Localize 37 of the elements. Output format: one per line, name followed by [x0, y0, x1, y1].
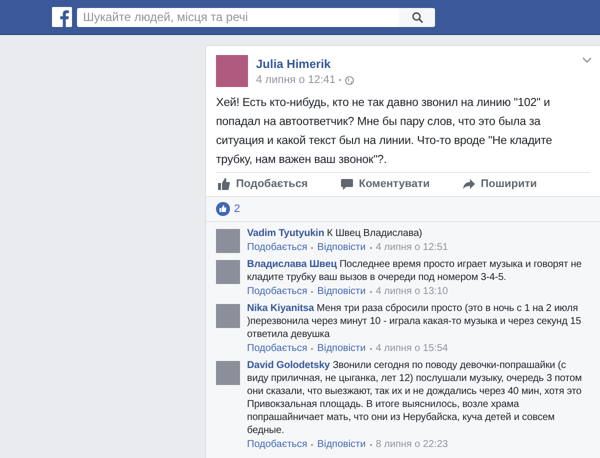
- comment-time[interactable]: 8 липня о 22:23: [376, 438, 448, 451]
- like-link[interactable]: Подобається: [247, 438, 308, 451]
- like-link[interactable]: Подобається: [247, 241, 308, 254]
- comment-text: David Golodetsky Звонили сегодня по поводу девочки-попрашайки (с виду приличная, не цыганка, лет 12) послушали музыку, очередь 3 потом они сказали, что выезжают, так их и не дождались через 40 мин, хотя это Привокзальная площадь. В итоге выяснилось, возле храма попрашайничает мать, что они из Нерубайска, куча детей и совсем бедные.: [247, 359, 583, 437]
- chevron-down-icon[interactable]: [582, 57, 592, 64]
- avatar-photo-placeholder: [216, 229, 240, 253]
- post-time[interactable]: 4 липня о 12:41: [256, 74, 336, 86]
- author-name[interactable]: Julia Himerik: [256, 57, 354, 71]
- thumbs-up-icon: [218, 178, 230, 190]
- search-icon: [412, 12, 422, 22]
- search-button[interactable]: [399, 8, 435, 26]
- comment-time[interactable]: 4 липня о 13:10: [376, 285, 448, 298]
- avatar-photo-placeholder: [216, 361, 240, 385]
- avatar-photo-placeholder: [216, 260, 240, 284]
- like-link[interactable]: Подобається: [247, 342, 308, 355]
- logo-icon[interactable]: [52, 7, 72, 27]
- comment-text: Владислава Швец Последнее время просто играет музыка и говорят не кладите трубку ваш вызов в очереди под номером 3-4-5.: [247, 258, 583, 284]
- comment-time[interactable]: 4 липня о 15:54: [376, 342, 448, 355]
- comment-button[interactable]: Коментувати: [340, 178, 430, 190]
- like-count[interactable]: 2: [234, 203, 240, 215]
- comment-text: Vadim Tyutyukin К Швец Владислава): [247, 227, 424, 240]
- share-arrow-icon: [462, 178, 475, 190]
- avatar-photo-placeholder: [216, 55, 248, 87]
- reply-link[interactable]: Відповісти: [317, 241, 366, 254]
- reply-link[interactable]: Відповісти: [317, 438, 366, 451]
- reply-link[interactable]: Відповісти: [317, 285, 366, 298]
- search-field[interactable]: Шукайте людей, місця та речі: [77, 8, 399, 26]
- like-button[interactable]: Подобається: [218, 178, 308, 190]
- like-reaction-icon: [216, 202, 230, 216]
- speech-bubble-icon: [340, 178, 353, 190]
- avatar-photo-placeholder: [216, 304, 240, 328]
- post-text: Хей! Есть кто-нибудь, кто не так давно звонил на линию "102" и попадал на автоответчик? Мне бы пару слов, что это была за ситуация и какой текст был на линии. Что-то вроде "Не кладите трубку, нам важен ваш звонок"?.: [216, 95, 554, 168]
- like-link[interactable]: Подобається: [247, 285, 308, 298]
- reply-link[interactable]: Відповісти: [317, 342, 366, 355]
- share-button[interactable]: Поширити: [462, 178, 537, 190]
- comment-text: Nika Kiyanitsa Меня три раза сбросили просто (это в ночь с 1 на 2 июля )перезвонила через минут 10 - играла какая-то музыка и через секунд 15 ответила девушка: [247, 302, 582, 341]
- comment-time[interactable]: 4 липня о 12:51: [376, 241, 448, 254]
